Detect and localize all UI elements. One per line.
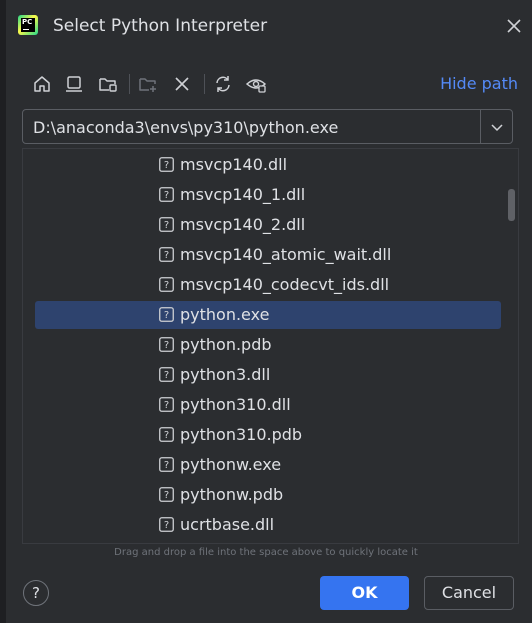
path-input[interactable] xyxy=(23,110,491,145)
svg-text:?: ? xyxy=(164,460,169,471)
drag-drop-hint: Drag and drop a file into the space abov… xyxy=(114,547,418,558)
unknown-file-icon: ? xyxy=(159,277,174,292)
background-window-edge xyxy=(0,0,6,623)
file-tree-row[interactable]: ? msvcp140_1.dll xyxy=(35,181,501,209)
new-folder-button[interactable] xyxy=(136,72,160,96)
file-name: python3.dll xyxy=(180,365,271,384)
file-tree-row[interactable]: ? python310.pdb xyxy=(35,421,501,449)
file-chooser-toolbar: Hide path xyxy=(28,70,518,100)
hide-path-link[interactable]: Hide path xyxy=(440,74,518,93)
file-name: msvcp140_2.dll xyxy=(180,215,306,234)
unknown-file-icon: ? xyxy=(159,367,174,382)
file-name: msvcp140_1.dll xyxy=(180,185,306,204)
svg-text:?: ? xyxy=(164,190,169,201)
svg-text:?: ? xyxy=(164,160,169,171)
file-tree-row[interactable]: ? python.pdb xyxy=(35,331,501,359)
ok-button[interactable]: OK xyxy=(320,576,409,610)
unknown-file-icon: ? xyxy=(159,487,174,502)
project-folder-button[interactable] xyxy=(96,72,120,96)
file-tree-row[interactable]: ? msvcp140_atomic_wait.dll xyxy=(35,241,501,269)
toolbar-separator xyxy=(204,74,205,94)
toolbar-separator xyxy=(129,74,130,94)
svg-text:?: ? xyxy=(164,340,169,351)
show-hidden-button[interactable] xyxy=(244,72,268,96)
combo-divider xyxy=(480,110,481,143)
unknown-file-icon: ? xyxy=(159,247,174,262)
delete-button[interactable] xyxy=(170,72,194,96)
svg-text:?: ? xyxy=(164,310,169,321)
file-name: ucrtbase.dll xyxy=(180,515,275,534)
dialog-title: Select Python Interpreter xyxy=(53,16,268,36)
refresh-icon xyxy=(216,76,230,92)
desktop-button[interactable] xyxy=(62,72,86,96)
unknown-file-icon: ? xyxy=(159,427,174,442)
close-icon xyxy=(507,19,521,33)
help-button[interactable]: ? xyxy=(23,580,49,606)
pycharm-logo-icon: PC xyxy=(18,15,38,35)
path-combobox[interactable] xyxy=(22,109,513,145)
home-button[interactable] xyxy=(30,72,54,96)
chevron-down-icon xyxy=(491,124,503,132)
refresh-button[interactable] xyxy=(211,72,235,96)
file-name: pythonw.pdb xyxy=(180,485,284,504)
file-name: python310.dll xyxy=(180,395,291,414)
file-name: python.exe xyxy=(180,305,270,324)
svg-text:?: ? xyxy=(164,430,169,441)
file-tree-row[interactable]: ? msvcp140.dll xyxy=(35,151,501,179)
desktop-icon xyxy=(66,76,82,92)
file-tree-row[interactable]: ? python3.dll xyxy=(35,361,501,389)
unknown-file-icon: ? xyxy=(159,337,174,352)
file-name: python.pdb xyxy=(180,335,272,354)
svg-text:?: ? xyxy=(164,220,169,231)
file-tree-row[interactable]: ? ucrtbase.dll xyxy=(35,511,501,539)
home-icon xyxy=(34,76,50,92)
title-bar: PC Select Python Interpreter xyxy=(6,0,532,56)
select-interpreter-dialog: PC Select Python Interpreter Hide path D… xyxy=(0,0,532,623)
unknown-file-icon: ? xyxy=(159,157,174,172)
file-tree[interactable]: ? msvcp140.dll? msvcp140_1.dll? msvcp140_2.… xyxy=(22,148,519,544)
file-tree-row[interactable]: ? pythonw.exe xyxy=(35,451,501,479)
file-tree-row[interactable]: ? python310.dll xyxy=(35,391,501,419)
unknown-file-icon: ? xyxy=(159,307,174,322)
delete-icon xyxy=(175,77,189,91)
svg-text:?: ? xyxy=(164,250,169,261)
file-name: pythonw.exe xyxy=(180,455,282,474)
file-name: msvcp140_atomic_wait.dll xyxy=(180,245,392,264)
file-tree-row[interactable]: ? python.exe xyxy=(35,301,501,329)
file-name: msvcp140.dll xyxy=(180,155,288,174)
svg-text:?: ? xyxy=(164,520,169,531)
file-name: python310.pdb xyxy=(180,425,303,444)
unknown-file-icon: ? xyxy=(159,217,174,232)
file-tree-row[interactable]: ? msvcp140_codecvt_ids.dll xyxy=(35,271,501,299)
tree-scrollbar[interactable] xyxy=(508,189,515,221)
unknown-file-icon: ? xyxy=(159,457,174,472)
svg-text:?: ? xyxy=(164,370,169,381)
new-folder-icon xyxy=(139,78,156,92)
svg-text:?: ? xyxy=(164,490,169,501)
path-history-dropdown[interactable] xyxy=(488,118,506,136)
svg-text:?: ? xyxy=(164,280,169,291)
unknown-file-icon: ? xyxy=(159,187,174,202)
unknown-file-icon: ? xyxy=(159,517,174,532)
file-name: msvcp140_codecvt_ids.dll xyxy=(180,275,390,294)
cancel-button[interactable]: Cancel xyxy=(424,576,514,610)
svg-text:?: ? xyxy=(164,400,169,411)
close-button[interactable] xyxy=(502,14,526,38)
file-tree-row[interactable]: ? pythonw.pdb xyxy=(35,481,501,509)
project-folder-icon xyxy=(99,78,117,92)
file-tree-row[interactable]: ? msvcp140_2.dll xyxy=(35,211,501,239)
unknown-file-icon: ? xyxy=(159,397,174,412)
show-hidden-icon xyxy=(245,79,267,93)
